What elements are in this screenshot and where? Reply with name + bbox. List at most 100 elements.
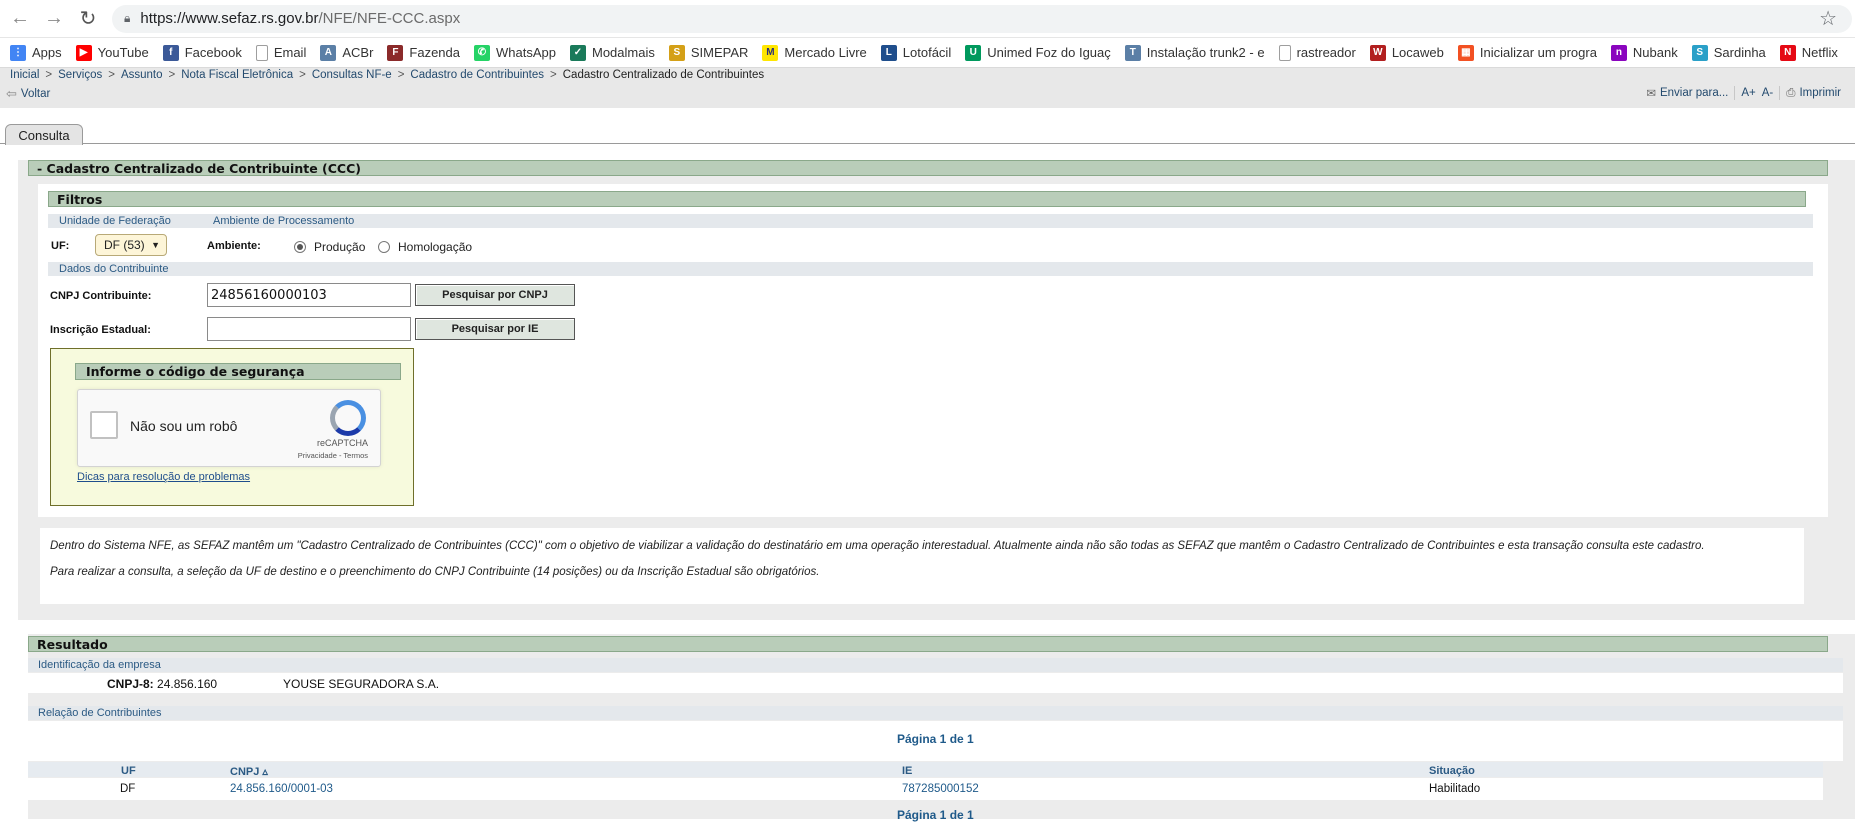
nubank-icon: n (1610, 44, 1627, 61)
site-toolbar: Inicial > Serviços > Assunto > Nota Fiscal Ele… (0, 68, 1855, 108)
radio-homologacao[interactable]: Homologação (378, 240, 472, 254)
bookmark-item[interactable]: ✆ WhatsApp (474, 44, 556, 61)
cnpj8-label: CNPJ-8: (107, 677, 154, 691)
uf-select-value: DF (53) (104, 238, 145, 252)
enviar-para-link[interactable]: Enviar para... (1660, 87, 1728, 99)
microsoft-icon: ▦ (1457, 44, 1474, 61)
font-increase-link[interactable]: A+ (1741, 87, 1755, 99)
bookmark-label: Fazenda (409, 45, 460, 60)
cnpj8-value: 24.856.160 (157, 677, 218, 691)
bookmark-item[interactable]: T Instalação trunk2 - e (1124, 44, 1265, 61)
breadcrumb-link[interactable]: Inicial (10, 69, 39, 81)
breadcrumb-separator: > (397, 69, 405, 81)
fazenda-icon: F (387, 44, 404, 61)
ie-input[interactable] (207, 317, 411, 341)
netflix-icon: N (1779, 44, 1796, 61)
cell-cnpj-link[interactable]: 24.856.160/0001-03 (230, 783, 333, 795)
breadcrumb-link[interactable]: Nota Fiscal Eletrônica (181, 69, 293, 81)
bookmark-label: Email (273, 45, 307, 60)
bookmark-item[interactable]: ⋮ Apps (10, 44, 62, 61)
bookmark-item[interactable]: W Locaweb (1369, 44, 1444, 61)
resultado-header: Resultado (28, 636, 1828, 652)
recaptcha-checkbox[interactable] (90, 411, 118, 439)
recaptcha-label: Não sou um robô (130, 418, 238, 434)
recaptcha-brand: reCAPTCHA (316, 438, 368, 448)
pesquisar-ie-button[interactable]: Pesquisar por IE (415, 318, 575, 340)
breadcrumb-link[interactable]: Consultas NF-e (312, 69, 392, 81)
info-box: Dentro do Sistema NFE, as SEFAZ mantêm u… (40, 528, 1804, 604)
captcha-help-link[interactable]: Dicas para resolução de problemas (77, 471, 250, 483)
browser-toolbar: ← → ↻ 🔒︎ https://www.sefaz.rs.gov.br/NFE… (0, 0, 1855, 38)
col-situacao[interactable]: Situação (1429, 765, 1475, 777)
col-uf[interactable]: UF (121, 765, 136, 777)
imprimir-link[interactable]: Imprimir (1799, 87, 1841, 99)
ie-label: Inscrição Estadual: (50, 324, 151, 336)
breadcrumb-link[interactable]: Cadastro de Contribuintes (410, 69, 544, 81)
locaweb-icon: W (1369, 44, 1386, 61)
bookmark-label: Facebook (184, 45, 242, 60)
bookmark-label: SIMEPAR (690, 45, 749, 60)
bookmark-label: rastreador (1296, 45, 1356, 60)
bookmark-item[interactable]: U Unimed Foz do Iguaç (965, 44, 1111, 61)
bookmark-item[interactable]: Email (255, 44, 307, 61)
page-icon (1278, 44, 1291, 61)
bookmark-item[interactable]: F Fazenda (387, 44, 460, 61)
facebook-icon: f (162, 44, 179, 61)
cell-uf: DF (120, 783, 136, 795)
bookmarks-bar: ⋮ Apps ▶ YouTube f Facebook Email A ACBr F Fazenda… (0, 38, 1855, 68)
forward-arrow-icon[interactable]: → (40, 5, 68, 33)
radio-producao-label: Produção (314, 240, 366, 254)
cnpj8-field: CNPJ-8: 24.856.160 (107, 677, 217, 691)
trunk-icon: T (1124, 44, 1141, 61)
recaptcha-terms-link[interactable]: Privacidade - Termos (298, 451, 368, 460)
tab-consulta[interactable]: Consulta (5, 124, 83, 145)
tab-strip: Consulta (0, 124, 1855, 145)
bookmark-label: WhatsApp (496, 45, 556, 60)
youtube-icon: ▶ (75, 44, 92, 61)
page-tools: ✉ Enviar para... A+ A- ⎙ Imprimir (1646, 86, 1841, 100)
bookmark-label: ACBr (342, 45, 374, 60)
bookmark-item[interactable]: S Sardinha (1691, 44, 1766, 61)
bookmark-item[interactable]: ✓ Modalmais (569, 44, 655, 61)
whatsapp-icon: ✆ (474, 44, 490, 61)
sardinha-icon: S (1691, 44, 1708, 61)
bookmark-item[interactable]: f Facebook (162, 44, 242, 61)
address-bar[interactable]: 🔒︎ https://www.sefaz.rs.gov.br/NFE/NFE-C… (112, 4, 1852, 33)
bookmark-label: Mercado Livre (784, 45, 867, 60)
bookmark-label: Lotofácil (902, 45, 952, 60)
url-host: https://www.sefaz.rs.gov.br (140, 10, 319, 27)
voltar-link[interactable]: ⇦ Voltar (6, 86, 50, 102)
breadcrumb-link[interactable]: Serviços (58, 69, 102, 81)
back-icon: ⇦ (6, 86, 17, 101)
bookmark-item[interactable]: L Lotofácil (880, 44, 952, 61)
radio-producao[interactable]: Produção (294, 240, 365, 254)
breadcrumb-link[interactable]: Assunto (121, 69, 163, 81)
cnpj-label: CNPJ Contribuinte: (50, 290, 152, 302)
bookmark-item[interactable]: n Nubank (1610, 44, 1678, 61)
col-cnpj[interactable]: CNPJ ▵ (230, 765, 268, 778)
uf-select[interactable]: DF (53) ▼ (95, 234, 167, 256)
cnpj-input[interactable]: 24856160000103 (207, 283, 411, 307)
bookmark-item[interactable]: M Mercado Livre (762, 44, 867, 61)
col-ie[interactable]: IE (902, 765, 912, 777)
bookmark-item[interactable]: ▦ Inicializar um progra (1457, 44, 1597, 61)
bookmark-item[interactable]: S SIMEPAR (668, 44, 749, 61)
divider (1779, 86, 1781, 100)
cell-ie: 787285000152 (902, 783, 979, 795)
bookmark-item[interactable]: N Netflix (1779, 44, 1838, 61)
bookmark-star-icon[interactable]: ☆ (1819, 6, 1837, 31)
back-arrow-icon[interactable]: ← (6, 5, 34, 33)
bookmark-item[interactable]: ▶ YouTube (75, 44, 149, 61)
breadcrumb-separator: > (168, 69, 176, 81)
bookmark-item[interactable]: A ACBr (320, 44, 374, 61)
font-decrease-link[interactable]: A- (1762, 87, 1774, 99)
envelope-icon: ✉ (1646, 88, 1656, 100)
pesquisar-cnpj-button[interactable]: Pesquisar por CNPJ (415, 284, 575, 306)
pagination-top: Página 1 de 1 (897, 732, 974, 746)
modalmais-icon: ✓ (569, 44, 586, 61)
bookmark-item[interactable]: rastreador (1278, 44, 1356, 61)
captcha-panel: Informe o código de segurança Não sou um… (50, 348, 414, 506)
relacao-section-label: Relação de Contribuintes (28, 706, 1843, 720)
simepar-icon: S (668, 44, 685, 61)
reload-icon[interactable]: ↻ (74, 5, 102, 33)
